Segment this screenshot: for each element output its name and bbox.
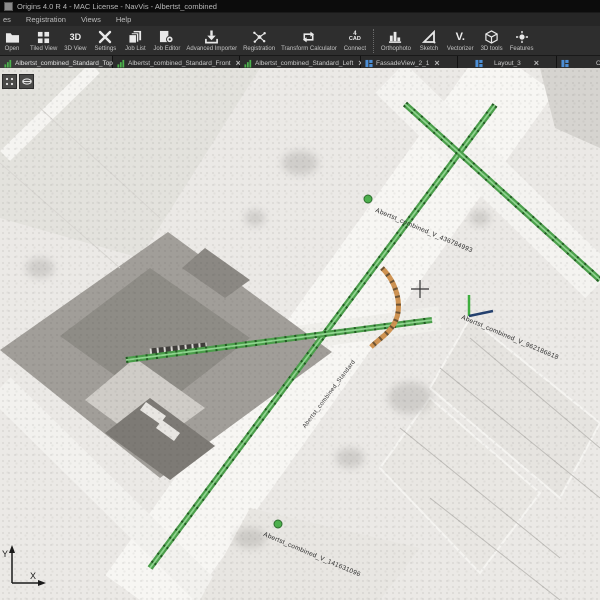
cube-icon	[484, 30, 499, 45]
job-list-button[interactable]: Job List	[120, 26, 150, 55]
scan-point-marker[interactable]	[364, 195, 372, 203]
job-editor-button[interactable]: Job Editor	[150, 26, 183, 55]
main-toolbar: Open Tiled View 3D 3D View Settings Job …	[0, 26, 600, 56]
import-arrow-icon	[204, 30, 219, 45]
sketch-button[interactable]: Sketch	[414, 26, 444, 55]
scan-point-marker[interactable]	[274, 520, 282, 528]
map-canvas[interactable]: Y X Abertst_combined_V_436784993 Abertst…	[0, 68, 600, 600]
sketch-triangle-icon	[422, 30, 436, 45]
app-icon	[4, 2, 13, 11]
transform-calculator-button[interactable]: Transform Calculator	[278, 26, 340, 55]
tiled-view-icon	[37, 30, 50, 45]
section-view-green-icon	[244, 59, 252, 68]
vectorizer-button[interactable]: V. Vectorizer	[444, 26, 477, 55]
3d-text-icon: 3D	[70, 30, 82, 45]
section-plane-icon	[22, 73, 32, 91]
axis-x-label: X	[30, 571, 36, 581]
canvas-tool-buttons	[2, 74, 34, 89]
settings-button[interactable]: Settings	[90, 26, 120, 55]
section-view-green-icon	[117, 59, 125, 68]
close-icon[interactable]: ×	[434, 59, 439, 68]
menu-bar: es Registration Views Help	[0, 12, 600, 26]
layout-blue-icon	[365, 59, 373, 68]
menu-item-registration[interactable]: Registration	[26, 15, 66, 24]
title-bar: Origins 4.0 R 4 - MAC License - NavVis -…	[0, 0, 600, 12]
transform-cycle-icon	[301, 30, 316, 45]
layout-blue-icon	[475, 59, 483, 68]
tab-label: FassadeView_2_1	[376, 60, 429, 67]
3d-tools-button[interactable]: 3D tools	[477, 26, 507, 55]
tab-label: Albertst_combined_Standard_Top	[15, 60, 113, 67]
open-folder-icon	[5, 30, 20, 45]
features-button[interactable]: Features	[507, 26, 537, 55]
registration-button[interactable]: Registration	[240, 26, 278, 55]
orthophoto-bars-icon	[388, 30, 403, 45]
tab-label: OG	[596, 60, 600, 67]
feature-point-icon	[515, 30, 529, 45]
pointcloud-toggle-button[interactable]	[2, 74, 17, 89]
3d-view-button[interactable]: 3D 3D View	[60, 26, 90, 55]
section-view-green-icon	[4, 59, 12, 68]
layout-blue-icon	[561, 59, 569, 68]
application-window: Origins 4.0 R 4 - MAC License - NavVis -…	[0, 0, 600, 600]
crossed-tools-icon	[98, 30, 112, 45]
job-list-icon	[128, 30, 143, 45]
tiled-view-button[interactable]: Tiled View	[27, 26, 60, 55]
tab-label: Albertst_combined_Standard_Front	[128, 60, 231, 67]
registration-network-icon	[252, 30, 267, 45]
open-button[interactable]: Open	[0, 26, 27, 55]
menu-item-files[interactable]: es	[3, 15, 11, 24]
4cad-text-icon: 4CAD	[349, 30, 361, 45]
advanced-importer-button[interactable]: Advanced Importer	[183, 26, 240, 55]
tab-label: Albertst_combined_Standard_Left	[255, 60, 353, 67]
job-editor-icon	[159, 30, 174, 45]
axis-y-label: Y	[2, 549, 8, 559]
menu-item-help[interactable]: Help	[116, 15, 131, 24]
connect-button[interactable]: 4CAD Connect	[340, 26, 370, 55]
orthophoto-button[interactable]: Orthophoto	[378, 26, 414, 55]
section-plane-button[interactable]	[19, 74, 34, 89]
window-title: Origins 4.0 R 4 - MAC License - NavVis -…	[17, 2, 217, 11]
vectorizer-text-icon: V.	[456, 30, 465, 45]
toolbar-divider	[373, 29, 375, 53]
menu-item-views[interactable]: Views	[81, 15, 101, 24]
pointcloud-dots-icon	[5, 73, 14, 91]
tab-label: Layout_3	[494, 60, 521, 67]
close-icon[interactable]: ×	[534, 59, 539, 68]
